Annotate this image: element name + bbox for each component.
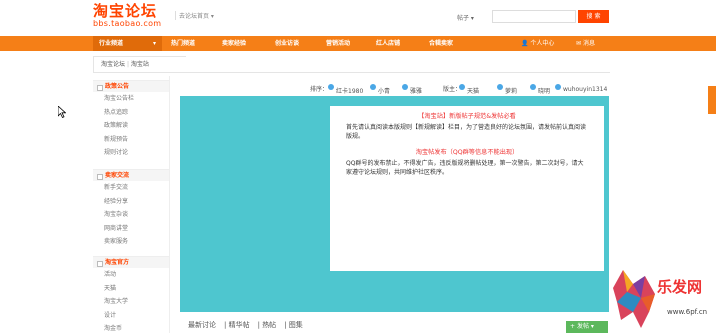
- logo-url: bbs.taobao.com: [93, 19, 162, 28]
- watermark-logo: 乐发网 www.6pf.cn: [613, 270, 707, 328]
- breadcrumb-item[interactable]: 淘宝站: [131, 61, 149, 68]
- search-button[interactable]: 搜 索: [578, 10, 609, 23]
- search-type-select[interactable]: 帖子 ▾: [457, 13, 474, 22]
- author-link[interactable]: 小青: [370, 84, 390, 95]
- notice-heading[interactable]: 【淘宝站】新版帖子规范&发帖必看: [330, 111, 604, 120]
- tab-latest[interactable]: 最新讨论: [188, 321, 216, 329]
- sidebar-item[interactable]: 卖家服务: [93, 235, 169, 249]
- user-icon: [530, 84, 536, 90]
- nav-item-seller[interactable]: 卖家经验: [222, 36, 246, 51]
- svg-text:www.6pf.cn: www.6pf.cn: [667, 308, 707, 316]
- sidebar-item[interactable]: 热点追踪: [93, 106, 169, 120]
- sidebar-section-policy: 政策公告 淘宝公告栏 热点追踪 政策解读 新规预告 规则讨论: [93, 80, 169, 160]
- notice-text: QQ群号的发布禁止，不得发广告，违反版规将删帖处理，第一次警告，第二次封号，请大…: [346, 160, 584, 176]
- sidebar-item[interactable]: 淘宝公告栏: [93, 92, 169, 106]
- nav-item-collections[interactable]: 合辑卖家: [429, 36, 453, 51]
- user-icon: [459, 84, 465, 90]
- svg-text:乐发网: 乐发网: [657, 278, 702, 296]
- watermark: 乐发网 www.6pf.cn: [611, 268, 716, 333]
- divider: [186, 72, 610, 73]
- nav-item-star-shops[interactable]: 红人店铺: [376, 36, 400, 51]
- user-icon: [370, 84, 376, 90]
- tab-gallery[interactable]: 图集: [289, 321, 303, 329]
- new-post-button[interactable]: + 发帖 ▾: [566, 321, 608, 333]
- section-title[interactable]: 卖家交流: [93, 169, 169, 181]
- breadcrumb-item[interactable]: 淘宝论坛: [101, 61, 125, 68]
- sidebar-item[interactable]: 淘宝杂谈: [93, 208, 169, 222]
- sidebar-section-official: 淘宝官方 活动 天猫 淘宝大学 设计 淘金币: [93, 256, 169, 333]
- sidebar-item[interactable]: 新规预告: [93, 133, 169, 147]
- author-link[interactable]: 红卡1980: [328, 84, 363, 95]
- sidebar-section-sellers: 卖家交流 新手交流 经验分享 淘宝杂谈 网商讲堂 卖家服务: [93, 169, 169, 249]
- notice-panel: 【淘宝站】新版帖子规范&发帖必看 首先请认真阅读本版规则【新规解读】栏目，为了营…: [330, 106, 604, 271]
- messages-link[interactable]: ✉ 消息: [576, 36, 595, 51]
- tab-featured[interactable]: 精华帖: [229, 321, 250, 329]
- message-icon: ✉: [576, 40, 582, 47]
- user-icon: [555, 84, 561, 90]
- sidebar: 政策公告 淘宝公告栏 热点追踪 政策解读 新规预告 规则讨论 卖家交流 新手交流…: [93, 76, 170, 333]
- notice-heading[interactable]: 淘宝帖发布（QQ群等信息不能出现）: [330, 147, 604, 156]
- sidebar-item[interactable]: 经验分享: [93, 195, 169, 209]
- sidebar-item[interactable]: 活动: [93, 268, 169, 282]
- author-link[interactable]: 雅雅: [402, 84, 422, 95]
- sidebar-item[interactable]: 规则讨论: [93, 146, 169, 160]
- mouse-cursor-icon: [58, 106, 66, 118]
- feedback-tab[interactable]: [708, 86, 716, 114]
- user-icon: [497, 84, 503, 90]
- nav-item-marketing[interactable]: 营销活动: [326, 36, 350, 51]
- search-input[interactable]: [492, 10, 576, 23]
- notice-text: 首先请认真阅读本版规则【新规解读】栏目，为了营造良好的论坛氛围，请发帖前认真阅读…: [346, 124, 587, 140]
- section-title[interactable]: 淘宝官方: [93, 256, 169, 268]
- main-nav: 行业频道 ▾ 热门频道 卖家经验 创业访谈 营销活动 红人店铺 合辑卖家 👤 个人…: [0, 36, 716, 51]
- nav-item-hot[interactable]: 热门频道: [171, 36, 195, 51]
- moderator-link[interactable]: 晓明: [530, 84, 550, 95]
- moderator-bar: 排序： 红卡1980 小青 雅雅 版主： 天猫 萝莉 晓明 wuhouyin13…: [310, 84, 608, 95]
- site-logo[interactable]: 淘宝论坛 bbs.taobao.com: [93, 4, 161, 28]
- moderator-link[interactable]: 天猫: [459, 84, 479, 95]
- sidebar-item[interactable]: 新手交流: [93, 181, 169, 195]
- moderator-link[interactable]: wuhouyin1314: [555, 84, 607, 93]
- moderator-link[interactable]: 萝莉: [497, 84, 517, 95]
- user-icon: [328, 84, 334, 90]
- section-title[interactable]: 政策公告: [93, 80, 169, 92]
- user-icon: 👤: [521, 40, 529, 47]
- sidebar-item[interactable]: 网商讲堂: [93, 222, 169, 236]
- user-center-link[interactable]: 👤 个人中心: [521, 36, 554, 51]
- forum-dropdown[interactable]: 去论坛首页 ▾: [175, 11, 214, 20]
- sidebar-item[interactable]: 政策解读: [93, 119, 169, 133]
- nav-item-industry[interactable]: 行业频道 ▾: [93, 36, 162, 51]
- sidebar-item[interactable]: 设计: [93, 309, 169, 323]
- sidebar-item[interactable]: 淘金币: [93, 322, 169, 333]
- breadcrumb: 淘宝论坛 | 淘宝站: [93, 56, 186, 73]
- sidebar-item[interactable]: 淘宝大学: [93, 295, 169, 309]
- thread-tabs: 最新讨论 | 精华帖 | 热帖 | 图集: [188, 321, 303, 329]
- tab-hot[interactable]: 热帖: [262, 321, 276, 329]
- logo-title: 淘宝论坛: [93, 2, 158, 20]
- user-icon: [402, 84, 408, 90]
- nav-item-interview[interactable]: 创业访谈: [275, 36, 299, 51]
- sidebar-item[interactable]: 天猫: [93, 282, 169, 296]
